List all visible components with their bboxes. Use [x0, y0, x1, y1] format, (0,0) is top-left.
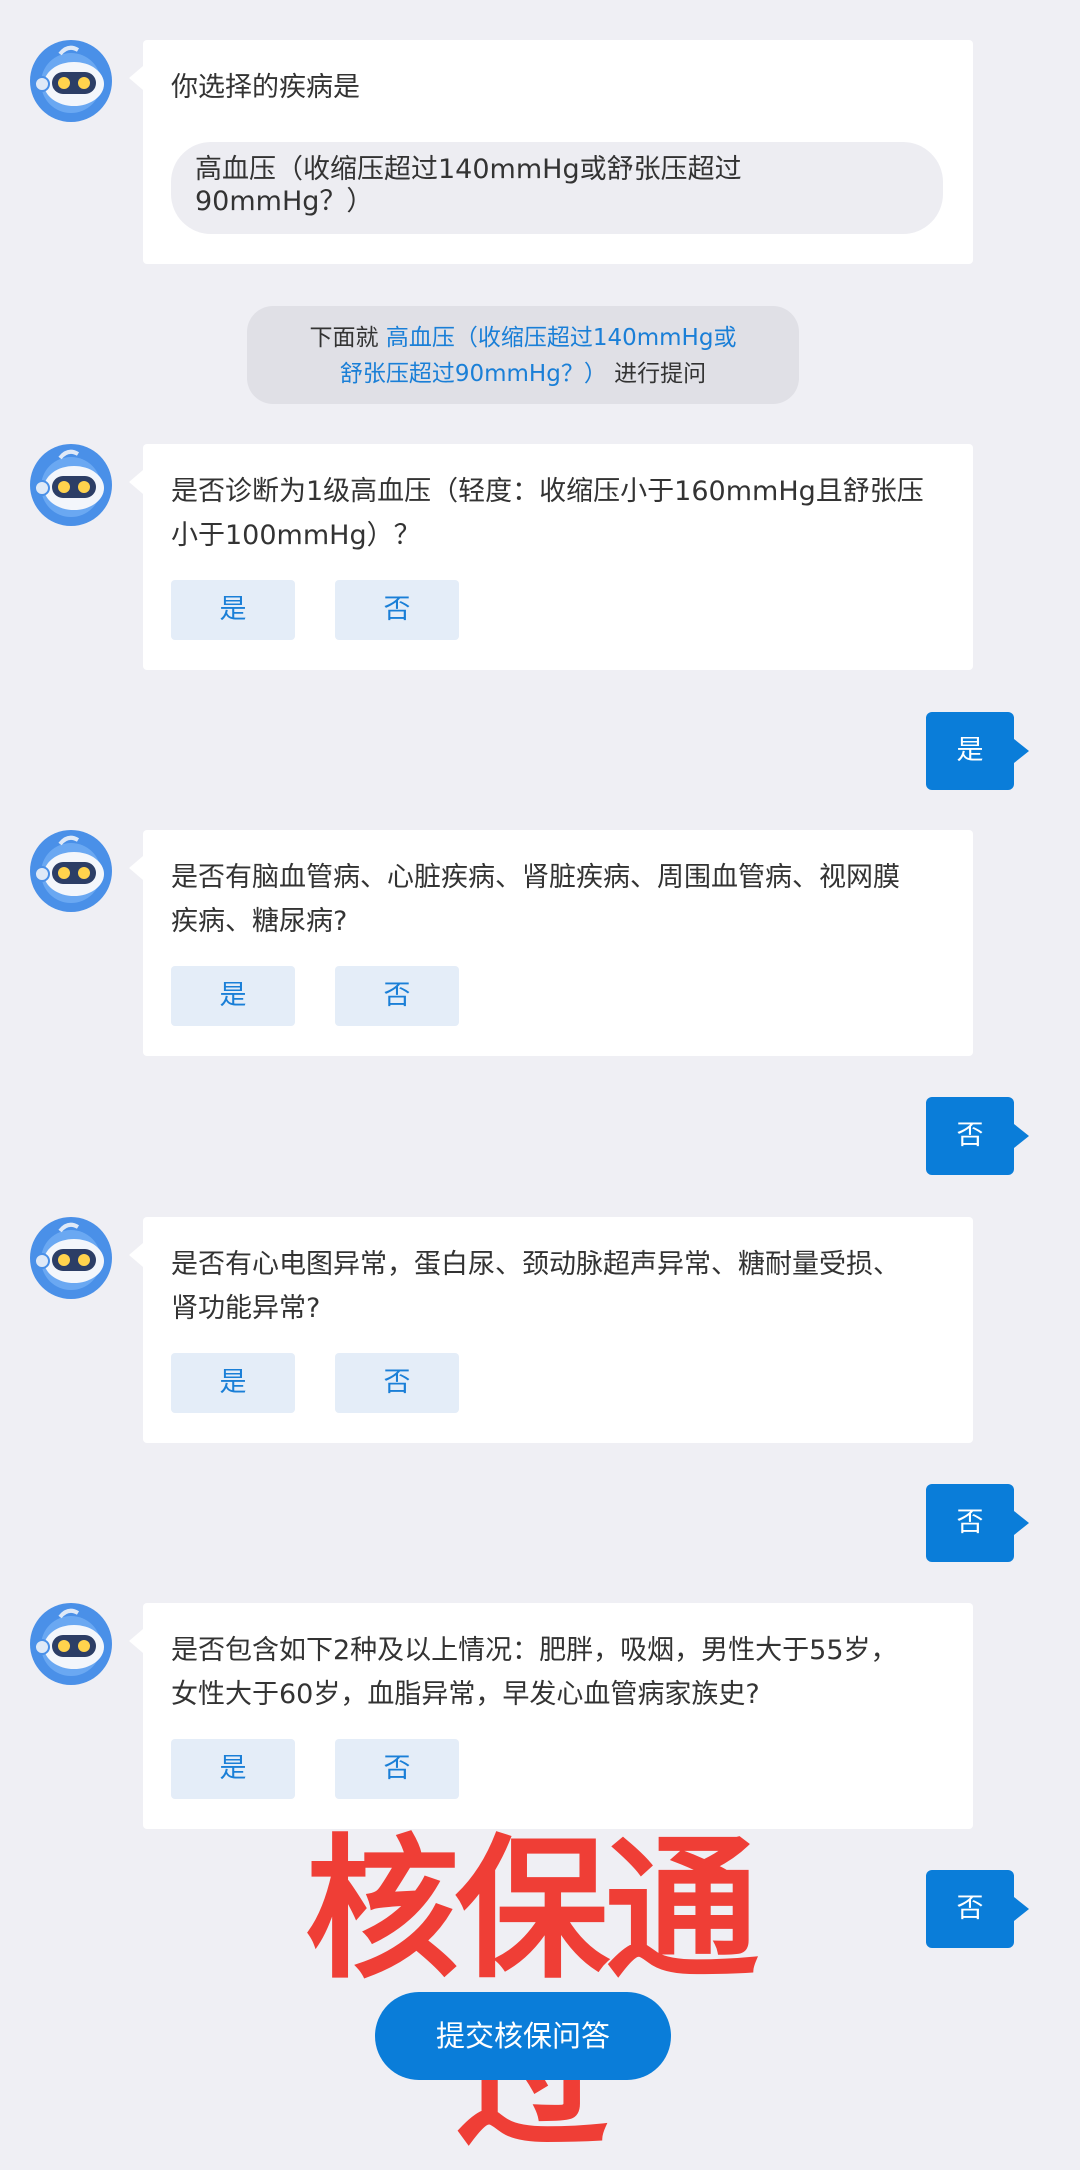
bot-avatar [30, 40, 112, 122]
notice-suffix: 进行提问 [614, 361, 707, 387]
question-text-line-2: 肾功能异常? [171, 1293, 321, 1324]
user-answer-bubble: 否 [926, 1870, 1029, 1948]
no-button[interactable]: 否 [335, 1739, 459, 1799]
robot-icon [30, 1217, 112, 1299]
robot-icon [30, 40, 112, 122]
question-card-3: 是否有心电图异常，蛋白尿、颈动脉超声异常、糖耐量受损、 肾功能异常? 是 否 [129, 1217, 973, 1443]
yes-button[interactable]: 是 [171, 966, 295, 1026]
user-answer-bubble: 是 [926, 712, 1029, 790]
selected-disease: 高血压（收缩压超过140mmHg或舒张压超过 90mmHg？） [171, 142, 943, 234]
intro-title: 你选择的疾病是 [171, 72, 360, 103]
user-answer-bubble: 否 [926, 1484, 1029, 1562]
no-button[interactable]: 否 [335, 580, 459, 640]
question-text-line-1: 是否包含如下2种及以上情况：肥胖，吸烟，男性大于55岁， [171, 1635, 898, 1666]
robot-icon [30, 444, 112, 526]
question-card-4: 是否包含如下2种及以上情况：肥胖，吸烟，男性大于55岁， 女性大于60岁，血脂异… [129, 1603, 973, 1829]
robot-icon [30, 830, 112, 912]
bot-avatar [30, 830, 112, 912]
robot-icon [30, 1603, 112, 1685]
intro-card: 你选择的疾病是 高血压（收缩压超过140mmHg或舒张压超过 90mmHg？） [129, 40, 973, 264]
question-text-line-2: 小于100mmHg）？ [171, 520, 421, 551]
notice-disease-line-2: 舒张压超过90mmHg？） [339, 361, 607, 387]
no-button[interactable]: 否 [335, 966, 459, 1026]
bot-avatar [30, 1217, 112, 1299]
question-card-1: 是否诊断为1级高血压（轻度：收缩压小于160mmHg且舒张压 小于100mmHg… [129, 444, 973, 670]
disease-line-2: 90mmHg？） [195, 186, 374, 217]
question-text-line-1: 是否有脑血管病、心脏疾病、肾脏疾病、周围血管病、视网膜 [171, 862, 900, 893]
user-answer-bubble: 否 [926, 1097, 1029, 1175]
no-button[interactable]: 否 [335, 1353, 459, 1413]
question-card-2: 是否有脑血管病、心脏疾病、肾脏疾病、周围血管病、视网膜 疾病、糖尿病? 是 否 [129, 830, 973, 1056]
question-text-line-1: 是否有心电图异常，蛋白尿、颈动脉超声异常、糖耐量受损、 [171, 1249, 900, 1280]
question-text-line-1: 是否诊断为1级高血压（轻度：收缩压小于160mmHg且舒张压 [171, 476, 924, 507]
notice-prefix: 下面就 [309, 325, 379, 351]
yes-button[interactable]: 是 [171, 580, 295, 640]
yes-button[interactable]: 是 [171, 1353, 295, 1413]
yes-button[interactable]: 是 [171, 1739, 295, 1799]
submit-button[interactable]: 提交核保问答 [375, 1992, 671, 2080]
disease-line-1: 高血压（收缩压超过140mmHg或舒张压超过 [195, 154, 742, 185]
question-text-line-2: 疾病、糖尿病? [171, 906, 348, 937]
bot-avatar [30, 444, 112, 526]
notice-disease-line-1: 高血压（收缩压超过140mmHg或 [385, 325, 737, 351]
question-notice: 下面就 高血压（收缩压超过140mmHg或 舒张压超过90mmHg？） 进行提问 [247, 306, 799, 404]
bot-avatar [30, 1603, 112, 1685]
question-text-line-2: 女性大于60岁，血脂异常，早发心血管病家族史? [171, 1679, 760, 1710]
